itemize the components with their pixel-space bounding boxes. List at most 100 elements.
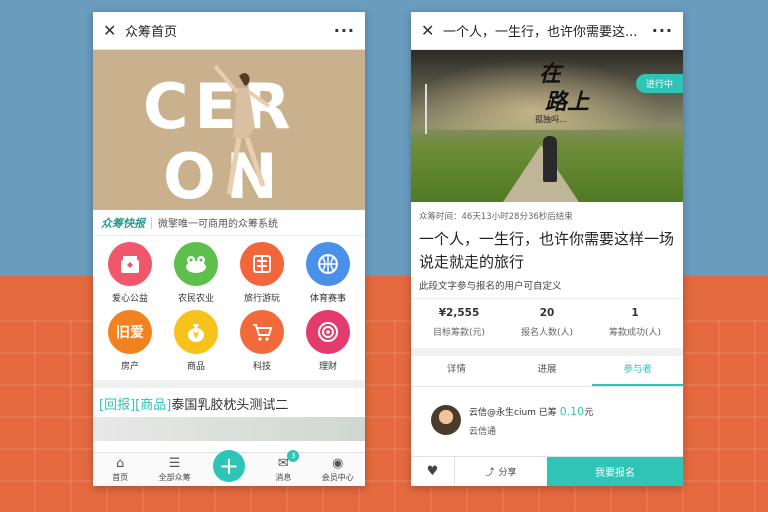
share-icon: ⤴ <box>485 468 495 478</box>
dancer-figure-icon <box>213 64 271 195</box>
tab-label: 消息 <box>275 473 292 482</box>
action-bar: ♥ ⤴ 分享 我要报名 <box>411 456 683 486</box>
promo-tag: [回报] <box>99 398 136 413</box>
road-graphic <box>501 145 581 202</box>
category-label: 体育赛事 <box>309 294 346 304</box>
tab-all-crowdfunding[interactable]: ☰ 全部众筹 <box>149 456 201 483</box>
more-icon[interactable]: ··· <box>652 21 673 40</box>
category-tech[interactable]: 科技 <box>229 310 295 372</box>
title-bar: ✕ 众筹首页 ··· <box>93 12 365 50</box>
participant-unit: 元 <box>584 408 594 418</box>
tab-details[interactable]: 详情 <box>411 356 502 386</box>
category-label: 旅行游玩 <box>243 294 280 304</box>
promo-image[interactable] <box>93 417 365 441</box>
category-goods[interactable]: ¥ 商品 <box>163 310 229 372</box>
category-agriculture[interactable]: 农民农业 <box>163 242 229 304</box>
stat-label: 报名人数(人) <box>520 328 574 338</box>
banner-subtitle: 孤独吗... <box>535 115 567 124</box>
tab-participants[interactable]: 参与者 <box>592 356 683 386</box>
phone-project-detail: ✕ 一个人，一生行，也许你需要这... ··· 在 路上 孤独吗... 进行中 … <box>411 12 683 486</box>
stat-success: 1 筹款成功(人) <box>591 307 679 338</box>
title-bar: ✕ 一个人，一生行，也许你需要这... ··· <box>411 12 683 50</box>
tab-messages[interactable]: ✉ 3 消息 <box>257 450 309 483</box>
category-sports[interactable]: 体育赛事 <box>295 242 361 304</box>
svg-text:¥: ¥ <box>193 331 199 340</box>
stat-value: 20 <box>539 307 555 319</box>
traveler-figure-icon <box>543 136 557 182</box>
divider <box>151 216 152 229</box>
page-title: 一个人，一生行，也许你需要这... <box>443 25 638 40</box>
cart-icon <box>240 310 284 354</box>
tab-label: 全部众筹 <box>158 473 191 482</box>
promo-item[interactable]: [回报][商品]泰国乳胶枕头测试二 <box>93 388 365 413</box>
category-finance[interactable]: 理财 <box>295 310 361 372</box>
signup-button[interactable]: 我要报名 <box>547 457 683 486</box>
stat-value: 1 <box>631 307 639 319</box>
stat-label: 目标筹款(元) <box>432 328 486 338</box>
category-label: 理财 <box>318 362 337 372</box>
banner-calligraphy: 路上 <box>545 89 590 115</box>
participant-item[interactable]: 云信@永生cium 已筹 0.10元 云信通 <box>411 387 683 437</box>
sign-icon <box>240 242 284 286</box>
participant-amount: 0.10 <box>559 405 585 418</box>
close-icon[interactable]: ✕ <box>421 21 443 40</box>
close-icon[interactable]: ✕ <box>103 21 125 40</box>
money-bag-icon: ¥ <box>174 310 218 354</box>
banner[interactable]: CER ON <box>93 50 365 210</box>
divider <box>93 380 365 388</box>
category-label: 爱心公益 <box>111 294 148 304</box>
list-icon: ☰ <box>168 456 181 471</box>
frog-icon <box>174 242 218 286</box>
home-icon: ⌂ <box>116 456 125 471</box>
ball-icon <box>306 242 350 286</box>
news-label: 众筹快报 <box>101 216 145 230</box>
share-button[interactable]: ⤴ 分享 <box>455 457 547 486</box>
tab-label: 首页 <box>112 473 129 482</box>
custom-text: 此段文字参与报名的用户可自定义 <box>419 281 562 292</box>
participant-line: 云信@永生cium 已筹 0.10元 <box>469 405 593 418</box>
stat-target: ¥2,555 目标筹款(元) <box>415 307 503 338</box>
category-travel[interactable]: 旅行游玩 <box>229 242 295 304</box>
stats-row: ¥2,555 目标筹款(元) 20 报名人数(人) 1 筹款成功(人) <box>411 298 683 338</box>
gift-icon <box>108 242 152 286</box>
heart-icon[interactable]: ♥ <box>411 457 455 486</box>
tab-label: 会员中心 <box>321 473 354 482</box>
participant-verb: 已筹 <box>538 408 557 418</box>
project-title: 一个人，一生行，也许你需要这样一场说走就走的旅行 <box>419 230 675 271</box>
target-icon <box>306 310 350 354</box>
detail-tabs: 详情 进展 参与者 <box>411 348 683 387</box>
tab-home[interactable]: ⌂ 首页 <box>94 456 146 483</box>
tab-member-center[interactable]: ◉ 会员中心 <box>312 456 364 483</box>
message-count-badge: 3 <box>287 450 300 462</box>
stat-signups: 20 报名人数(人) <box>503 307 591 338</box>
promo-title: 泰国乳胶枕头测试二 <box>171 398 289 413</box>
participant-sub: 云信通 <box>469 427 497 437</box>
category-label: 房产 <box>120 362 139 372</box>
bottom-tab-bar: ⌂ 首页 ☰ 全部众筹 + ✉ 3 消息 ◉ 会员中心 <box>93 450 365 486</box>
category-realestate[interactable]: 旧爱 房产 <box>97 310 163 372</box>
deadline-text: 众筹时间：46天13小时28分36秒后结束 <box>419 212 573 222</box>
project-banner[interactable]: 在 路上 孤独吗... 进行中 <box>411 50 683 202</box>
house-icon: 旧爱 <box>108 310 152 354</box>
category-label: 商品 <box>186 362 205 372</box>
stat-value: ¥2,555 <box>438 307 480 319</box>
tab-create[interactable]: + <box>203 450 255 483</box>
share-label: 分享 <box>498 468 517 478</box>
more-icon[interactable]: ··· <box>334 21 355 40</box>
news-ticker[interactable]: 众筹快报 微擎唯一可商用的众筹系统 <box>93 210 365 236</box>
category-label: 农民农业 <box>177 294 214 304</box>
user-icon: ◉ <box>332 456 344 471</box>
wind-turbine-icon <box>425 84 427 134</box>
participant-info: 云信@永生cium 已筹 0.10元 云信通 <box>469 405 593 437</box>
status-badge: 进行中 <box>635 74 683 93</box>
news-text: 微擎唯一可商用的众筹系统 <box>158 219 278 230</box>
category-label: 科技 <box>252 362 271 372</box>
tab-progress[interactable]: 进展 <box>502 356 593 386</box>
stat-label: 筹款成功(人) <box>608 328 662 338</box>
participant-name: 云信@永生cium <box>469 408 536 418</box>
category-charity[interactable]: 爱心公益 <box>97 242 163 304</box>
plus-icon: + <box>212 450 245 482</box>
category-grid: 爱心公益 农民农业 旅行游玩 体育赛事 旧爱 房产 ¥ 商品 科技 理财 <box>93 236 365 372</box>
phone-crowdfunding-home: ✕ 众筹首页 ··· CER ON 众筹快报 微擎唯一可商用的众筹系统 爱心公益 <box>93 12 365 486</box>
avatar <box>431 405 461 435</box>
